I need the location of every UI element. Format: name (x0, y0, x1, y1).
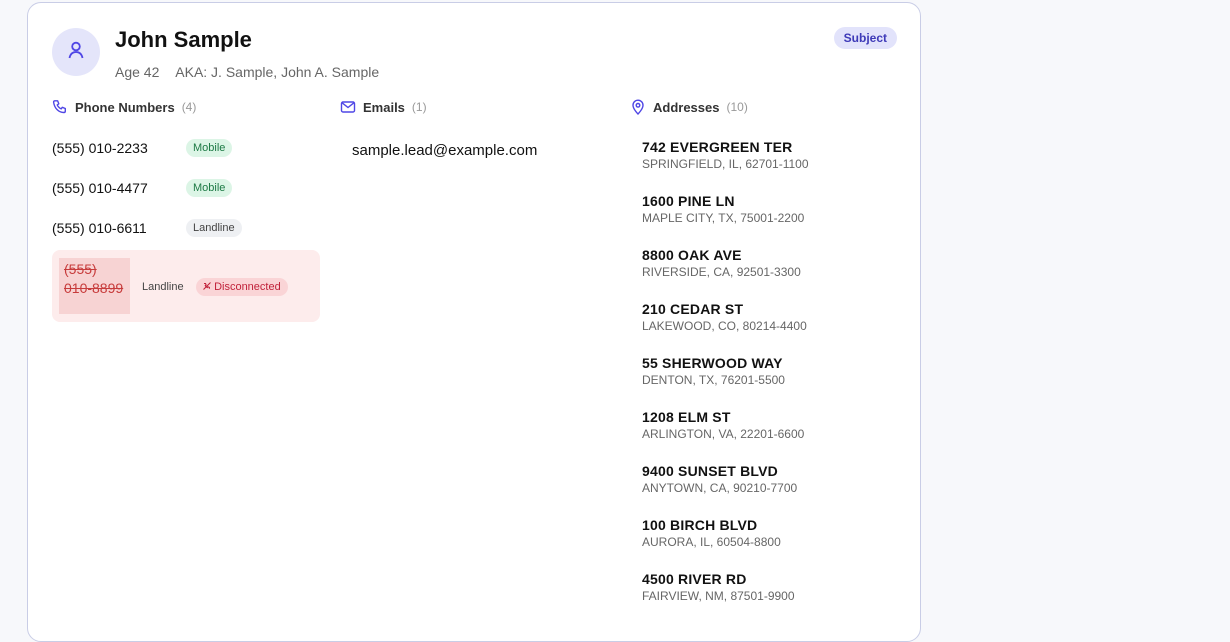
address-item[interactable]: 210 CEDAR ST LAKEWOOD, CO, 80214-4400 (642, 301, 807, 333)
disconnected-phone-row[interactable]: (555) 010-8899 Landline Disconnected (52, 250, 320, 322)
email-address[interactable]: sample.lead@example.com (352, 142, 537, 159)
address-city: LAKEWOOD, CO, 80214-4400 (642, 319, 807, 333)
person-age: Age 42 (115, 64, 160, 80)
mail-icon (340, 99, 356, 115)
emails-title: Emails (363, 99, 405, 115)
addresses-header: Addresses (10) (630, 99, 748, 115)
address-street: 100 BIRCH BLVD (642, 517, 758, 533)
phone-number[interactable]: (555) 010-4477 (52, 180, 186, 196)
address-street: 4500 RIVER RD (642, 571, 747, 587)
phones-header: Phone Numbers (4) (52, 99, 196, 115)
user-icon (66, 40, 86, 65)
address-item[interactable]: 55 SHERWOOD WAY DENTON, TX, 76201-5500 (642, 355, 785, 387)
addresses-count: (10) (726, 100, 748, 114)
address-item[interactable]: 100 BIRCH BLVD AURORA, IL, 60504-8800 (642, 517, 781, 549)
address-city: SPRINGFIELD, IL, 62701-1100 (642, 157, 809, 171)
address-street: 9400 SUNSET BLVD (642, 463, 778, 479)
address-item[interactable]: 742 EVERGREEN TER SPRINGFIELD, IL, 62701… (642, 139, 809, 171)
disconnected-label: Disconnected (214, 281, 281, 293)
address-city: ANYTOWN, CA, 90210-7700 (642, 481, 798, 495)
phone-type-badge: Landline (142, 281, 184, 293)
disconnected-badge: Disconnected (196, 278, 288, 296)
phone-row[interactable]: (555) 010-6611 Landline (52, 219, 242, 237)
address-city: AURORA, IL, 60504-8800 (642, 535, 781, 549)
avatar (52, 28, 100, 76)
address-street: 742 EVERGREEN TER (642, 139, 793, 155)
emails-count: (1) (411, 100, 427, 114)
address-city: DENTON, TX, 76201-5500 (642, 373, 785, 387)
address-street: 55 SHERWOOD WAY (642, 355, 783, 371)
address-city: MAPLE CITY, TX, 75001-2200 (642, 211, 805, 225)
address-city: ARLINGTON, VA, 22201-6600 (642, 427, 805, 441)
phone-type-badge: Mobile (186, 179, 233, 197)
address-street: 1208 ELM ST (642, 409, 731, 425)
address-street: 1600 PINE LN (642, 193, 735, 209)
person-name: John Sample (115, 27, 252, 52)
addresses-title: Addresses (653, 99, 720, 115)
address-city: RIVERSIDE, CA, 92501-3300 (642, 265, 801, 279)
subject-badge: Subject (833, 27, 897, 49)
person-card: John Sample Age 42 AKA: J. Sample, John … (27, 2, 921, 642)
phone-type-badge: Landline (186, 219, 242, 237)
address-street: 8800 OAK AVE (642, 247, 742, 263)
address-item[interactable]: 8800 OAK AVE RIVERSIDE, CA, 92501-3300 (642, 247, 801, 279)
address-street: 210 CEDAR ST (642, 301, 744, 317)
person-meta: Age 42 AKA: J. Sample, John A. Sample (115, 64, 379, 80)
address-item[interactable]: 9400 SUNSET BLVD ANYTOWN, CA, 90210-7700 (642, 463, 797, 495)
address-item[interactable]: 1208 ELM ST ARLINGTON, VA, 22201-6600 (642, 409, 804, 441)
phone-row[interactable]: (555) 010-4477 Mobile (52, 179, 233, 197)
phone-number[interactable]: (555) 010-2233 (52, 140, 186, 156)
address-item[interactable]: 1600 PINE LN MAPLE CITY, TX, 75001-2200 (642, 193, 804, 225)
address-item[interactable]: 4500 RIVER RD FAIRVIEW, NM, 87501-9900 (642, 571, 795, 603)
phone-icon (52, 99, 68, 115)
emails-header: Emails (1) (340, 99, 427, 115)
phones-count: (4) (181, 100, 197, 114)
phone-number[interactable]: (555) 010-6611 (52, 220, 186, 236)
address-city: FAIRVIEW, NM, 87501-9900 (642, 589, 795, 603)
phones-title: Phone Numbers (75, 99, 175, 115)
phone-number-disconnected[interactable]: (555) 010-8899 (59, 258, 130, 314)
person-aka: AKA: J. Sample, John A. Sample (175, 64, 380, 80)
map-pin-icon (630, 99, 646, 115)
phone-row[interactable]: (555) 010-2233 Mobile (52, 139, 233, 157)
phone-off-icon (203, 281, 214, 293)
phone-type-badge: Mobile (186, 139, 233, 157)
